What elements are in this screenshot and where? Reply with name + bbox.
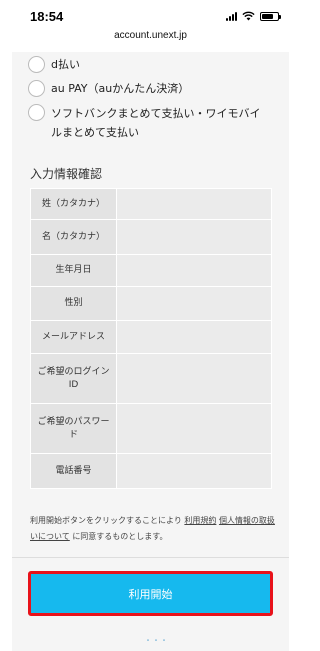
row-label: 電話番号 (30, 453, 117, 489)
payment-option-label: au PAY（auかんたん決済） (51, 82, 190, 95)
payment-option-label: d払い (51, 58, 80, 71)
wifi-icon (242, 11, 255, 21)
partial-link[interactable]: ・・・ (144, 635, 168, 646)
table-row: 名（カタカナ） (30, 219, 272, 255)
table-row: ご希望のログインID (30, 353, 272, 404)
confirm-table: 姓（カタカナ） 名（カタカナ） 生年月日 性別 メールアドレス ご希望のログイン… (30, 188, 272, 489)
payment-option-label: ソフトバンクまとめて支払い・ワイモバイルまとめて支払い (51, 107, 261, 139)
section-title: 入力情報確認 (30, 167, 103, 181)
signal-icon (226, 11, 237, 21)
row-value (116, 320, 272, 354)
radio-button[interactable] (28, 104, 45, 121)
radio-button[interactable] (28, 56, 45, 73)
radio-button[interactable] (28, 80, 45, 97)
divider (12, 557, 289, 558)
row-label: ご希望のパスワード (30, 403, 117, 454)
start-button[interactable]: 利用開始 (28, 571, 273, 616)
row-label: 姓（カタカナ） (30, 188, 117, 220)
row-value (116, 219, 272, 255)
row-value (116, 286, 272, 321)
row-label: 名（カタカナ） (30, 219, 117, 255)
row-value (116, 403, 272, 454)
table-row: 性別 (30, 286, 272, 321)
table-row: 姓（カタカナ） (30, 188, 272, 220)
terms-link[interactable]: 利用規約 (184, 516, 216, 525)
row-label: 性別 (30, 286, 117, 321)
battery-icon (260, 11, 281, 21)
row-value (116, 453, 272, 489)
row-value (116, 188, 272, 220)
payment-option-softbank[interactable]: ソフトバンクまとめて支払い・ワイモバイルまとめて支払い (28, 104, 261, 142)
status-icons (226, 11, 281, 21)
note-suffix: に同意するものとします。 (72, 532, 168, 541)
main-content: d払い au PAY（auかんたん決済） ソフトバンクまとめて支払い・ワイモバイ… (12, 52, 289, 651)
table-row: 電話番号 (30, 453, 272, 489)
consent-note: 利用開始ボタンをクリックすることにより 利用規約 個人情報の取扱いについて に同… (30, 513, 275, 545)
note-prefix: 利用開始ボタンをクリックすることにより (30, 516, 182, 525)
row-value (116, 254, 272, 287)
row-label: メールアドレス (30, 320, 117, 354)
status-time: 18:54 (30, 9, 64, 24)
status-bar: 18:54 (0, 0, 301, 30)
row-label: 生年月日 (30, 254, 117, 287)
payment-option-aupay[interactable]: au PAY（auかんたん決済） (28, 80, 189, 97)
row-value (116, 353, 272, 404)
table-row: メールアドレス (30, 320, 272, 354)
payment-option-dpay[interactable]: d払い (28, 56, 80, 73)
url-bar[interactable]: account.unext.jp (0, 30, 301, 52)
table-row: 生年月日 (30, 254, 272, 287)
row-label: ご希望のログインID (30, 353, 117, 404)
table-row: ご希望のパスワード (30, 403, 272, 454)
